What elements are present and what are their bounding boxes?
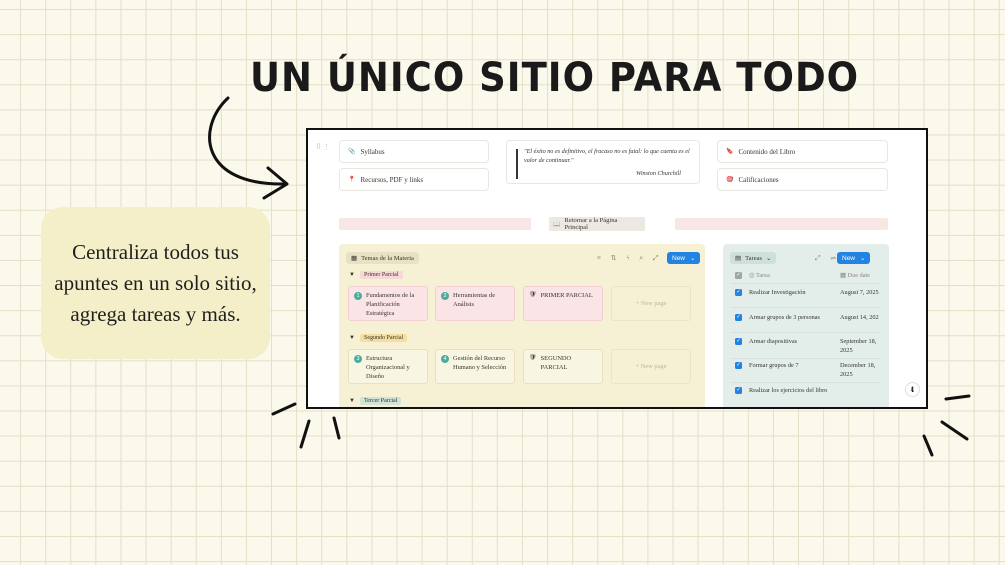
group-tercer-parcial: Tercer Parcial: [360, 397, 402, 405]
column-header-due-date[interactable]: ▦ Due date: [840, 271, 884, 280]
headline: UN ÚNICO SITIO PARA TODO: [250, 54, 860, 101]
new-label: New: [672, 254, 686, 262]
arrow-icon: [208, 96, 288, 186]
spark-left-icon: [271, 402, 341, 449]
tasks-view-tab[interactable]: ▤ Tareas ⌄: [730, 252, 777, 264]
task-name: Armar grupos de 3 personas: [749, 314, 820, 321]
shield-icon: 🛡: [529, 292, 537, 298]
done-checkbox[interactable]: ✓: [735, 289, 742, 296]
row-divider: [731, 283, 881, 284]
quote-author: Winston Churchill: [636, 170, 681, 177]
done-checkbox[interactable]: ✓: [735, 314, 742, 321]
quote-text: "El éxito no es definitivo, el fracaso n…: [524, 148, 690, 164]
board-new-button[interactable]: New ⌄: [667, 252, 701, 264]
new-page-button[interactable]: + New page: [611, 349, 691, 384]
board-view-tab[interactable]: ▦ Temas de la Materia: [346, 252, 419, 264]
book-icon: 📖: [553, 221, 561, 228]
new-page-button[interactable]: + New page: [611, 286, 691, 321]
task-date: September 18, 2025: [840, 338, 877, 354]
tasks-view-label: Tareas: [745, 254, 763, 262]
callout-box: Centraliza todos tus apuntes en un solo …: [41, 207, 270, 359]
target-icon: 🎯: [726, 177, 734, 183]
done-checkbox[interactable]: ✓: [735, 362, 742, 369]
return-label: Retornar a la Página Principal: [564, 217, 618, 231]
card-title: SEGUNDO PARCIAL: [540, 355, 572, 371]
collapse-caret-icon[interactable]: ▼: [349, 272, 355, 278]
card-title: Estructura Organizacional y Diseño: [366, 355, 410, 380]
shield-icon: 🛡: [529, 355, 537, 361]
paperclip-icon: 📎: [348, 149, 356, 155]
group-segundo-parcial: Segundo Parcial: [360, 334, 408, 342]
link-label: Syllabus: [360, 147, 385, 156]
task-name: Armar diapositivas: [749, 338, 798, 345]
card-title: PRIMER PARCIAL: [540, 292, 593, 299]
pin-icon: 📍: [348, 177, 356, 183]
bookmark-icon: 🔖: [726, 149, 734, 155]
collapse-caret-icon[interactable]: ▼: [349, 398, 355, 404]
link-label: Contenido del Libro: [738, 147, 796, 156]
link-label: Recursos, PDF y links: [360, 175, 424, 184]
chevron-down-icon: ⌄: [690, 255, 696, 262]
row-divider: [731, 332, 881, 333]
link-label: Calificaciones: [738, 175, 779, 184]
card-title: Gestión del Recurso Humano y Selección: [453, 355, 507, 371]
task-date: August 14, 202: [840, 314, 879, 321]
topic-card[interactable]: 4 Gestión del Recurso Humano y Selección: [435, 349, 515, 384]
exam-card[interactable]: 🛡 SEGUNDO PARCIAL: [523, 349, 603, 384]
chevron-down-icon: ⌄: [860, 255, 866, 262]
new-label: New: [842, 254, 856, 262]
callout-text: Centraliza todos tus apuntes en un solo …: [54, 239, 257, 326]
task-name: Realizar los ejercicios del libro: [749, 387, 828, 394]
card-title: Herramientas de Análisis: [453, 292, 496, 308]
exam-card[interactable]: 🛡 PRIMER PARCIAL: [523, 286, 603, 321]
task-name: Formar grupos de 7: [749, 362, 799, 369]
link-syllabus[interactable]: 📎 Syllabus: [339, 140, 489, 163]
link-contenido-libro[interactable]: 🔖 Contenido del Libro: [717, 140, 888, 163]
link-recursos[interactable]: 📍 Recursos, PDF y links: [339, 168, 489, 191]
topic-card[interactable]: 3 Estructura Organizacional y Diseño: [348, 349, 428, 384]
number-badge: 2: [441, 292, 449, 300]
topics-board: ▦ Temas de la Materia ≡ ⇅ ϟ ⌕ ⤢ ⇌ New ⌄ …: [339, 244, 705, 407]
row-divider: [731, 358, 881, 359]
collapse-caret-icon[interactable]: ▼: [349, 335, 355, 341]
board-toolbar-icons[interactable]: ≡ ⇅ ϟ ⌕ ⤢ ⇌: [597, 254, 678, 263]
number-badge: 3: [354, 355, 362, 363]
topic-card[interactable]: 2 Herramientas de Análisis: [435, 286, 515, 321]
tasks-new-button[interactable]: New ⌄: [837, 252, 871, 264]
table-header-row: ✓ ◎ Tarea ▦ Due date: [731, 271, 881, 281]
quote-block: "El éxito no es definitivo, el fracaso n…: [506, 140, 700, 184]
board-view-label: Temas de la Materia: [361, 254, 414, 262]
app-screenshot: ⠿ ⋮ 📎 Syllabus 📍 Recursos, PDF y links "…: [306, 128, 928, 409]
return-home-button[interactable]: 📖 Retornar a la Página Principal: [549, 217, 645, 231]
link-calificaciones[interactable]: 🎯 Calificaciones: [717, 168, 888, 191]
divider-bar-left: [339, 218, 531, 230]
chevron-down-icon: ⌄: [766, 255, 772, 262]
board-view-icon: ▦: [351, 255, 358, 262]
table-view-icon: ▤: [735, 255, 742, 262]
arrowhead-icon: [262, 166, 289, 200]
column-header-tarea[interactable]: ◎ Tarea: [749, 271, 823, 280]
task-name: Realizar Investigación: [749, 289, 806, 296]
select-all-checkbox[interactable]: ✓: [735, 272, 742, 279]
tasks-table: ▤ Tareas ⌄ ⤢ ⇌ New ⌄ ✓ ◎ Tarea ▦ Due dat…: [723, 244, 889, 407]
number-badge: 4: [441, 355, 449, 363]
notion-logo-icon[interactable]: ᵵ: [905, 382, 920, 397]
row-divider: [731, 382, 881, 383]
card-title: Fundamentos de la Planificación Estratég…: [366, 292, 415, 317]
done-checkbox[interactable]: ✓: [735, 338, 742, 345]
quote-bar: [516, 149, 518, 179]
done-checkbox[interactable]: ✓: [735, 387, 742, 394]
row-divider: [731, 307, 881, 308]
spark-right-icon: [922, 394, 971, 457]
group-primer-parcial: Primer Parcial: [360, 271, 403, 279]
drag-handle-icon[interactable]: ⠿ ⋮: [316, 143, 330, 151]
topic-card[interactable]: 1 Fundamentos de la Planificación Estrat…: [348, 286, 428, 321]
task-date: December 18, 2025: [840, 362, 876, 378]
number-badge: 1: [354, 292, 362, 300]
divider-bar-right: [675, 218, 888, 230]
task-date: August 7, 2025: [840, 289, 879, 296]
